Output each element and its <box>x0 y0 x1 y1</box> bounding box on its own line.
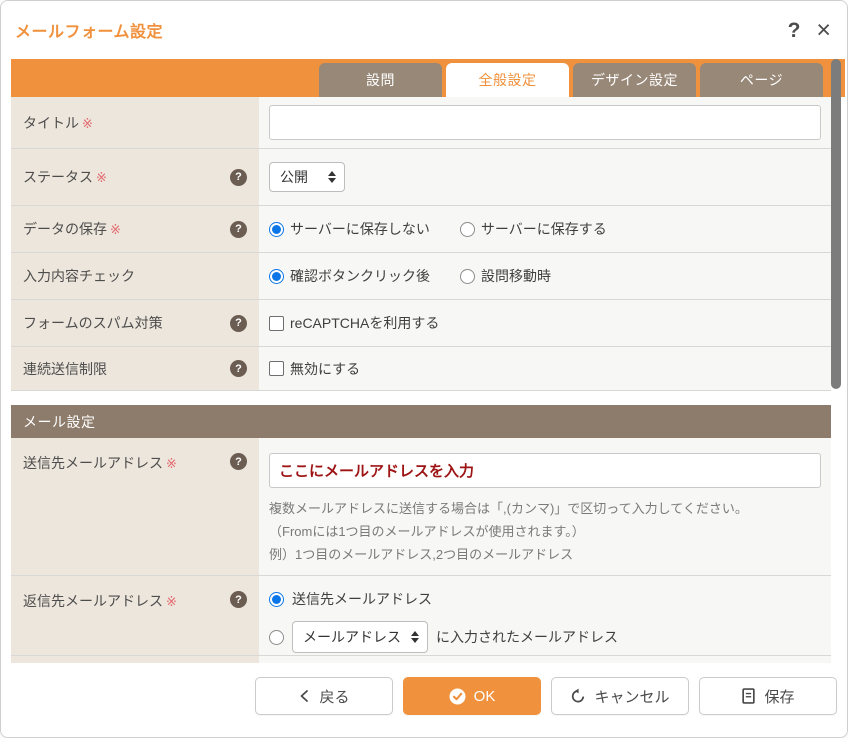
required-mark: ※ <box>110 223 121 238</box>
radio-checked-icon <box>269 222 284 237</box>
row-data-save: データの保存※ ? サーバーに保存しない サーバーに保存する <box>11 206 831 253</box>
required-mark: ※ <box>82 117 93 132</box>
radio-unchecked-icon <box>460 222 475 237</box>
save-button[interactable]: 保存 <box>699 677 837 715</box>
value-col-data-save: サーバーに保存しない サーバーに保存する <box>259 206 831 252</box>
reply-field-select-value: メールアドレス <box>303 627 401 647</box>
to-address-note: 複数メールアドレスに送信する場合は「,(カンマ)」で区切って入力してください。 … <box>269 497 821 566</box>
label-col-to-address: 送信先メールアドレス※ ? <box>11 438 259 575</box>
field-label: データの保存※ <box>23 219 121 239</box>
title-input[interactable] <box>269 105 821 140</box>
note-line: 複数メールアドレスに送信する場合は「,(カンマ)」で区切って入力してください。 <box>269 497 821 520</box>
value-col-rate-limit: 無効にする <box>259 347 831 390</box>
tab-pages[interactable]: ページ <box>700 63 823 97</box>
reply-option-suffix: に入力されたメールアドレス <box>436 627 618 647</box>
radio-checked-icon <box>269 592 284 607</box>
radio-no-server-save[interactable]: サーバーに保存しない <box>269 219 430 239</box>
label-col-spam: フォームのスパム対策 ? <box>11 300 259 346</box>
label-col-title: タイトル※ <box>11 97 259 148</box>
label-col-reply-address: 返信先メールアドレス※ ? <box>11 576 259 655</box>
note-line: 例）1つ目のメールアドレス,2つ目のメールアドレス <box>269 543 821 566</box>
row-to-address: 送信先メールアドレス※ ? 複数メールアドレスに送信する場合は「,(カンマ)」で… <box>11 438 831 576</box>
label-col-status: ステータス※ ? <box>11 149 259 205</box>
row-status: ステータス※ ? 公開 <box>11 149 831 206</box>
radio-checked-icon <box>269 269 284 284</box>
tab-questions[interactable]: 設問 <box>319 63 442 97</box>
select-arrows-icon <box>411 631 419 643</box>
scrollbar-thumb[interactable] <box>831 59 841 389</box>
value-col-reply-address: 送信先メールアドレス メールアドレス に入力されたメールアドレス <box>259 576 831 655</box>
dialog-help-icon[interactable]: ? <box>788 20 801 41</box>
required-mark: ※ <box>96 171 107 186</box>
radio-reply-to-field-line: メールアドレス に入力されたメールアドレス <box>269 621 821 653</box>
checkbox-disable-rate-limit[interactable]: 無効にする <box>269 359 360 379</box>
value-col-input-check: 確認ボタンクリック後 設問移動時 <box>259 253 831 299</box>
radio-server-save[interactable]: サーバーに保存する <box>460 219 607 239</box>
undo-arrow-icon <box>570 688 586 704</box>
section-gap <box>11 391 831 405</box>
radio-check-on-confirm[interactable]: 確認ボタンクリック後 <box>269 266 430 286</box>
dialog-title: メールフォーム設定 <box>15 18 163 42</box>
title-bar: メールフォーム設定 ? × <box>1 1 847 59</box>
mail-settings-section-header: メール設定 <box>11 405 831 438</box>
close-icon[interactable]: × <box>816 18 831 43</box>
radio-unchecked-icon <box>460 269 475 284</box>
cancel-button[interactable]: キャンセル <box>551 677 689 715</box>
general-settings-table: タイトル※ ステータス※ ? 公開 <box>11 97 831 665</box>
status-select[interactable]: 公開 <box>269 162 345 192</box>
tab-design-settings[interactable]: デザイン設定 <box>573 63 696 97</box>
scroll-area: 設問 全般設定 デザイン設定 ページ タイトル※ ステータス※ ? <box>1 59 847 665</box>
footer-bar: 戻る OK キャンセル 保存 <box>1 663 847 737</box>
label-col-rate-limit: 連続送信制限 ? <box>11 347 259 390</box>
value-col-title <box>259 97 831 148</box>
required-mark: ※ <box>166 595 177 610</box>
note-line: （Fromには1つ目のメールアドレスが使用されます。） <box>269 520 821 543</box>
row-rate-limit: 連続送信制限 ? 無効にする <box>11 347 831 391</box>
row-spam: フォームのスパム対策 ? reCAPTCHAを利用する <box>11 300 831 347</box>
status-select-value: 公開 <box>280 167 308 187</box>
tab-general-settings[interactable]: 全般設定 <box>446 63 569 97</box>
radio-check-on-move[interactable]: 設問移動時 <box>460 266 551 286</box>
radio-reply-to-destination[interactable]: 送信先メールアドレス <box>269 589 821 609</box>
field-label: フォームのスパム対策 <box>23 313 163 333</box>
help-icon[interactable]: ? <box>230 591 247 608</box>
field-label: ステータス※ <box>23 167 107 187</box>
required-mark: ※ <box>166 457 177 472</box>
help-icon[interactable]: ? <box>230 360 247 377</box>
field-label: 連続送信制限 <box>23 359 107 379</box>
checkbox-unchecked-icon <box>269 361 284 376</box>
tab-bar: 設問 全般設定 デザイン設定 ページ <box>11 59 845 97</box>
row-reply-address: 返信先メールアドレス※ ? 送信先メールアドレス メールアドレス に <box>11 576 831 656</box>
value-col-status: 公開 <box>259 149 831 205</box>
help-icon[interactable]: ? <box>230 315 247 332</box>
row-title: タイトル※ <box>11 97 831 149</box>
titlebar-actions: ? × <box>788 18 831 43</box>
row-input-check: 入力内容チェック 確認ボタンクリック後 設問移動時 <box>11 253 831 300</box>
check-circle-icon <box>449 688 466 705</box>
field-label: 返信先メールアドレス※ <box>23 591 177 611</box>
reply-field-select[interactable]: メールアドレス <box>292 621 428 653</box>
value-col-spam: reCAPTCHAを利用する <box>259 300 831 346</box>
document-icon <box>741 688 756 704</box>
help-icon[interactable]: ? <box>230 221 247 238</box>
checkbox-recaptcha[interactable]: reCAPTCHAを利用する <box>269 313 439 333</box>
ok-button[interactable]: OK <box>403 677 541 715</box>
label-col-data-save: データの保存※ ? <box>11 206 259 252</box>
field-label: 送信先メールアドレス※ <box>23 453 177 473</box>
field-label: 入力内容チェック <box>23 266 135 286</box>
value-col-to-address: 複数メールアドレスに送信する場合は「,(カンマ)」で区切って入力してください。 … <box>259 438 831 575</box>
radio-unchecked-icon[interactable] <box>269 630 284 645</box>
checkbox-unchecked-icon <box>269 316 284 331</box>
vertical-scrollbar[interactable] <box>831 59 842 665</box>
back-button[interactable]: 戻る <box>255 677 393 715</box>
select-arrows-icon <box>328 171 336 183</box>
help-icon[interactable]: ? <box>230 169 247 186</box>
help-icon[interactable]: ? <box>230 453 247 470</box>
chevron-left-icon <box>298 689 311 703</box>
field-label: タイトル※ <box>23 113 93 133</box>
to-address-input[interactable] <box>269 453 821 488</box>
mailform-settings-dialog: メールフォーム設定 ? × 設問 全般設定 デザイン設定 ページ タイトル※ <box>0 0 848 738</box>
label-col-input-check: 入力内容チェック <box>11 253 259 299</box>
